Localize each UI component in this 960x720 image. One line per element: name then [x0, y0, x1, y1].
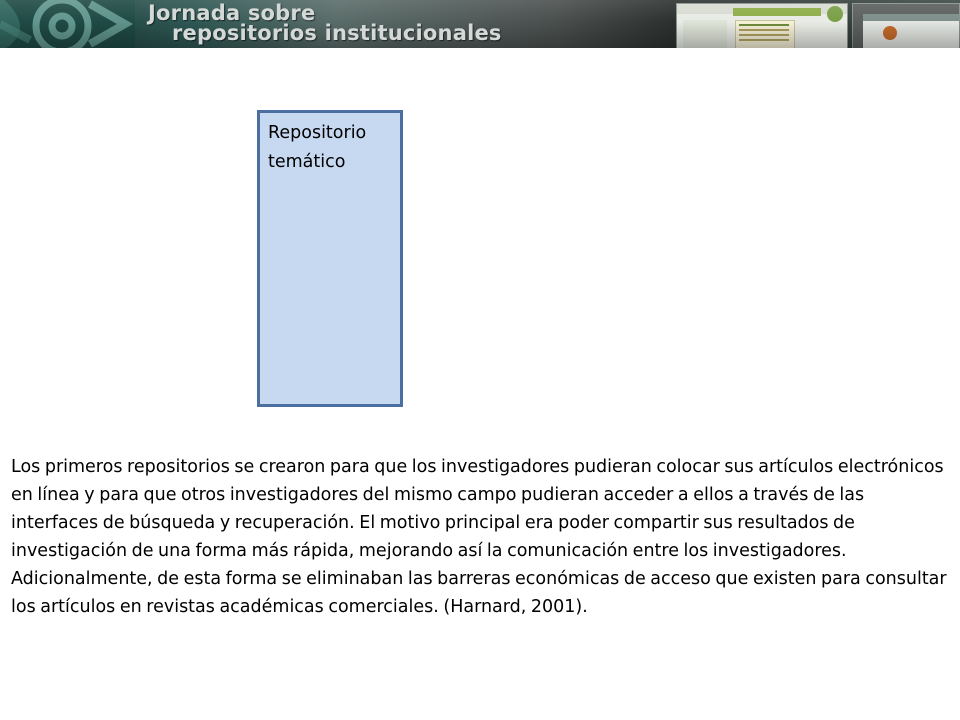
body-paragraph: Los primeros repositorios se crearon par… — [11, 457, 947, 617]
banner-title-line2: repositorios institucionales — [172, 21, 502, 45]
repository-box-label: Repositorio temático — [268, 123, 367, 172]
header-banner: Jornada sobre repositorios institucional… — [0, 0, 960, 48]
thematic-repository-box: Repositorio temático — [257, 110, 403, 407]
